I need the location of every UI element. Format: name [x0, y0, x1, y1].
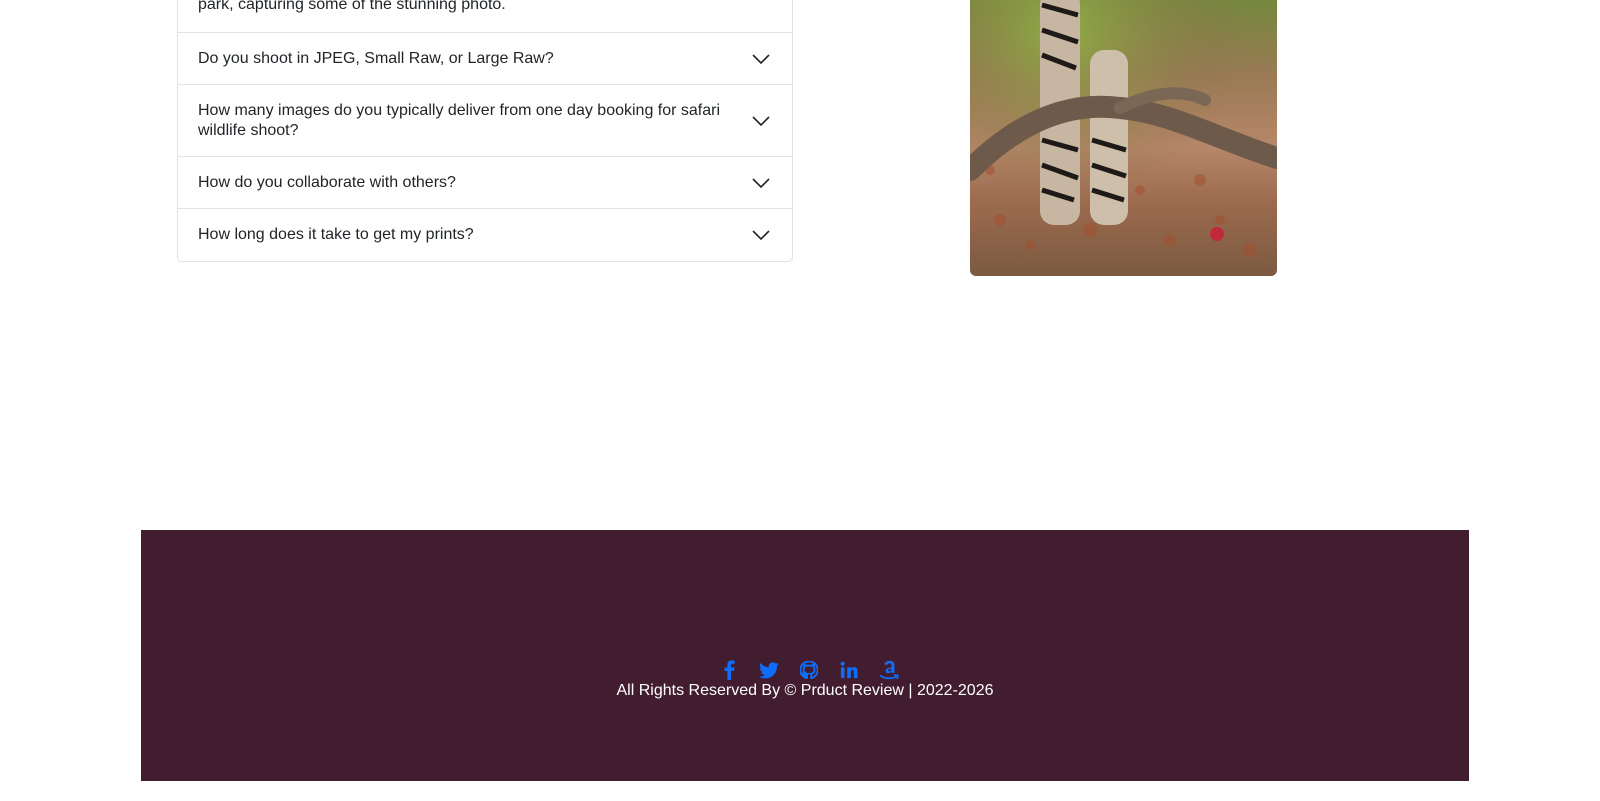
- faq-item[interactable]: How many images do you typically deliver…: [178, 85, 792, 157]
- faq-question: How do you collaborate with others?: [198, 173, 456, 191]
- chevron-down-icon: [752, 53, 770, 64]
- faq-question: How long does it take to get my prints?: [198, 226, 474, 243]
- chevron-down-icon: [752, 230, 770, 241]
- copyright-text: All Rights Reserved By © Prduct Review |…: [616, 682, 994, 699]
- tiger-photo: [970, 0, 1277, 276]
- faq-answer-tail: park, capturing some of the stunning pho…: [198, 0, 506, 13]
- faq-item[interactable]: How do you collaborate with others?: [178, 157, 792, 209]
- faq-question: How many images do you typically deliver…: [198, 101, 721, 139]
- faq-question: Do you shoot in JPEG, Small Raw, or Larg…: [198, 49, 554, 67]
- chevron-down-icon: [752, 115, 770, 126]
- faq-item[interactable]: How long does it take to get my prints?: [178, 209, 792, 261]
- footer: All Rights Reserved By © Prduct Review |…: [141, 530, 1469, 781]
- amazon-icon[interactable]: [875, 658, 903, 682]
- twitter-icon[interactable]: [755, 658, 783, 682]
- social-links: [149, 658, 1469, 682]
- tiger-photo-illustration: [970, 0, 1277, 276]
- facebook-icon[interactable]: [715, 658, 743, 682]
- faq-accordion: park, capturing some of the stunning pho…: [177, 0, 793, 262]
- faq-item[interactable]: Do you shoot in JPEG, Small Raw, or Larg…: [178, 33, 792, 85]
- chevron-down-icon: [752, 177, 770, 188]
- linkedin-icon[interactable]: [835, 658, 863, 682]
- faq-answer-text: park, capturing some of the stunning pho…: [178, 0, 792, 33]
- github-icon[interactable]: [795, 658, 823, 682]
